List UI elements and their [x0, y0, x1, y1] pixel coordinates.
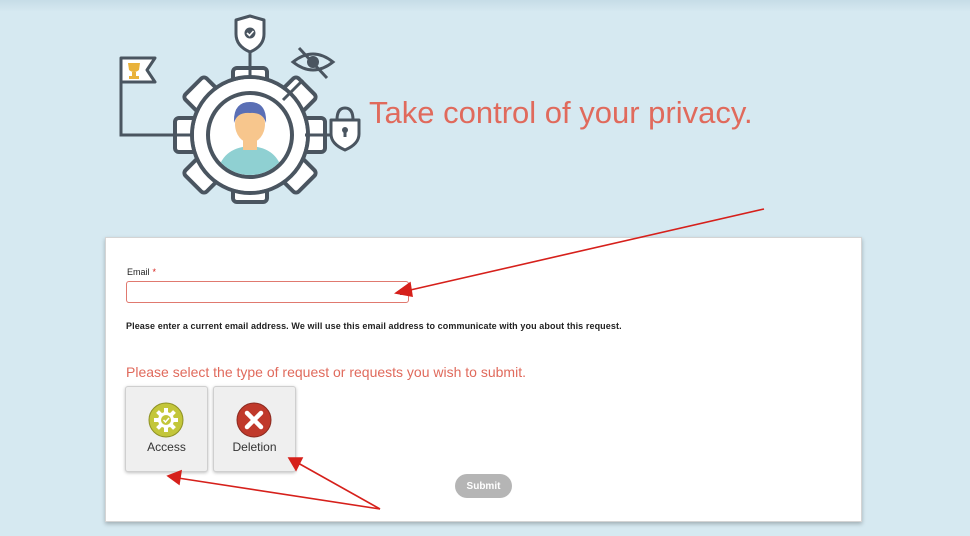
shield-check-icon	[234, 14, 266, 54]
request-form-card: Email * Please enter a current email addr…	[105, 237, 862, 522]
x-circle-icon	[236, 402, 272, 438]
trophy-flag-icon	[119, 56, 157, 84]
eye-hidden-icon	[290, 46, 336, 80]
email-help-text: Please enter a current email address. We…	[126, 321, 622, 331]
required-marker: *	[152, 267, 157, 277]
access-label: Access	[147, 440, 186, 454]
email-label-text: Email	[127, 267, 150, 277]
request-type-prompt: Please select the type of request or req…	[126, 364, 526, 380]
lock-icon	[329, 106, 361, 152]
input-autofill-icon[interactable]	[399, 288, 407, 296]
submit-button[interactable]: Submit	[455, 474, 512, 498]
page-headline: Take control of your privacy.	[369, 95, 753, 130]
gear-check-icon	[148, 402, 184, 438]
email-label: Email *	[127, 267, 156, 277]
email-field[interactable]	[126, 281, 409, 303]
deletion-label: Deletion	[232, 440, 277, 454]
access-request-button[interactable]: Access	[125, 386, 208, 472]
privacy-illustration	[119, 14, 361, 204]
deletion-request-button[interactable]: Deletion	[213, 386, 296, 472]
